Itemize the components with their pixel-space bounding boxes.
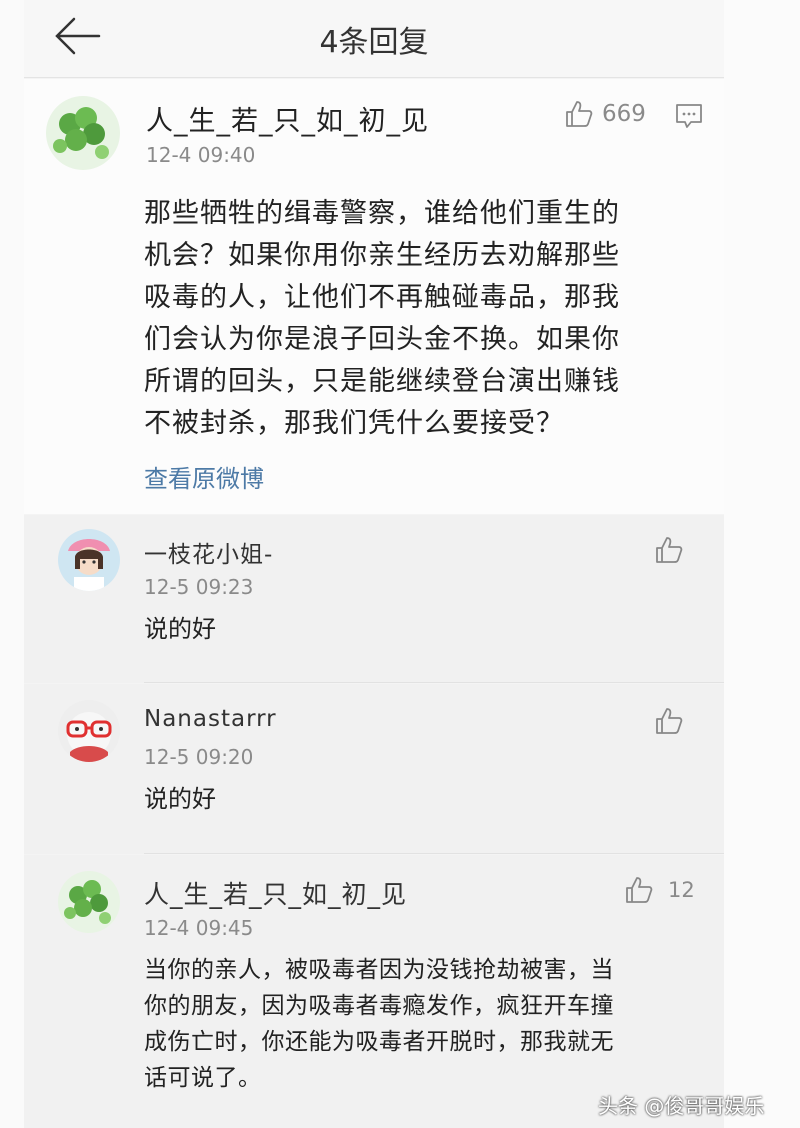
comment-timestamp: 12-4 09:40 <box>146 143 256 167</box>
reply-username[interactable]: 一枝花小姐- <box>144 535 273 569</box>
reply-line: 说的好 <box>144 785 216 813</box>
divider <box>144 682 724 683</box>
comment-screen: 4条回复 人_生_若_只_如_初_见 12-4 09:40 669 那些牺牲的缉… <box>24 0 724 1128</box>
page-margin <box>724 0 800 1128</box>
top-nav-bar: 4条回复 <box>24 0 724 78</box>
clover-avatar-icon <box>46 96 120 170</box>
reply-timestamp: 12-5 09:23 <box>144 575 254 599</box>
reply-timestamp: 12-4 09:45 <box>144 916 254 940</box>
reply-button[interactable] <box>674 101 704 131</box>
avatar[interactable] <box>58 871 120 933</box>
reply-line: 成伤亡时，你还能为吸毒者开脱时，那我就无 <box>144 1029 614 1055</box>
thumbs-up-icon <box>566 101 593 127</box>
clover-avatar-icon <box>58 871 120 933</box>
reply-body: 说的好 <box>144 611 694 647</box>
comment-line: 不被封杀，那我们凭什么要接受？ <box>144 408 564 439</box>
comment-line: 所谓的回头，只是能继续登台演出赚钱 <box>144 366 620 397</box>
reply-item: 一枝花小姐- 12-5 09:23 说的好 <box>24 515 724 683</box>
like-button[interactable] <box>654 706 684 736</box>
reply-body: 说的好 <box>144 781 694 817</box>
watermark: 头条 @俊哥哥娱乐 <box>598 1094 765 1118</box>
divider <box>144 853 724 854</box>
reply-timestamp: 12-5 09:20 <box>144 745 254 769</box>
comment-line: 吸毒的人，让他们不再触碰毒品，那我 <box>144 282 620 313</box>
glasses-avatar-icon <box>58 700 120 762</box>
comment-line: 们会认为你是浪子回头金不换。如果你 <box>144 324 620 355</box>
comment-username[interactable]: 人_生_若_只_如_初_见 <box>146 99 429 138</box>
reply-line: 你的朋友，因为吸毒者毒瘾发作，疯狂开车撞 <box>144 993 614 1019</box>
like-button[interactable]: 669 <box>564 99 646 129</box>
page-title: 4条回复 <box>319 25 429 60</box>
reply-line: 说的好 <box>144 615 216 643</box>
like-count: 669 <box>602 101 646 127</box>
like-button[interactable]: 12 <box>624 875 695 905</box>
thumbs-up-icon <box>626 877 653 903</box>
girl-avatar-icon <box>58 529 120 591</box>
reply-username[interactable]: 人_生_若_只_如_初_见 <box>144 875 407 911</box>
comment-line: 那些牺牲的缉毒警察，谁给他们重生的 <box>144 198 620 229</box>
like-count: 12 <box>668 878 695 902</box>
thumbs-up-icon <box>656 537 683 563</box>
avatar[interactable] <box>46 96 120 170</box>
reply-item: 人_生_若_只_如_初_见 12-4 09:45 12 当你的亲人，被吸毒者因为… <box>24 855 724 1128</box>
reply-username[interactable]: Nanastarrr <box>144 706 277 732</box>
avatar[interactable] <box>58 529 120 591</box>
comment-body: 那些牺牲的缉毒警察，谁给他们重生的 机会？如果你用你亲生经历去劝解那些 吸毒的人… <box>144 193 704 445</box>
like-button[interactable] <box>654 535 684 565</box>
reply-line: 当你的亲人，被吸毒者因为没钱抢劫被害，当 <box>144 957 614 983</box>
avatar[interactable] <box>58 700 120 762</box>
reply-body: 当你的亲人，被吸毒者因为没钱抢劫被害，当 你的朋友，因为吸毒者毒瘾发作，疯狂开车… <box>144 952 694 1096</box>
reply-item: Nanastarrr 12-5 09:20 说的好 <box>24 684 724 854</box>
comment-line: 机会？如果你用你亲生经历去劝解那些 <box>144 240 620 271</box>
main-comment: 人_生_若_只_如_初_见 12-4 09:40 669 那些牺牲的缉毒警察，谁… <box>24 79 724 514</box>
thumbs-up-icon <box>656 708 683 734</box>
comment-icon <box>676 104 702 128</box>
view-original-link[interactable]: 查看原微博 <box>144 459 264 494</box>
